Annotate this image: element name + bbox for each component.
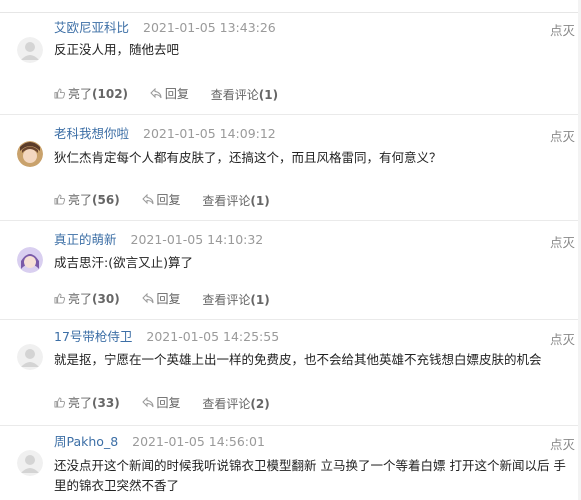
like-label: 亮了 bbox=[68, 193, 93, 207]
view-comments-button[interactable]: 查看评论 (2) bbox=[202, 395, 269, 412]
like-count: (33) bbox=[92, 395, 120, 410]
view-comments-label: 查看评论 bbox=[202, 194, 251, 208]
extinguish-button[interactable]: 点灭 bbox=[550, 329, 575, 348]
view-comments-count: (1) bbox=[258, 87, 279, 102]
default-user-avatar-icon[interactable] bbox=[17, 344, 43, 370]
view-comments-label: 查看评论 bbox=[210, 88, 259, 102]
like-count: (56) bbox=[92, 192, 120, 207]
view-comments-count: (1) bbox=[250, 193, 270, 208]
default-user-avatar-icon[interactable] bbox=[17, 37, 43, 63]
reply-icon bbox=[141, 397, 154, 408]
reply-icon bbox=[141, 293, 154, 304]
comment-item: 周Pakho_8 2021-01-05 14:56:01 点灭 还没点开这个新闻… bbox=[0, 426, 581, 500]
reply-label: 回复 bbox=[156, 193, 181, 207]
reply-button[interactable]: 回复 bbox=[141, 394, 181, 411]
comment-timestamp: 2021-01-05 13:43:26 bbox=[143, 20, 276, 35]
reply-label: 回复 bbox=[164, 87, 189, 101]
comment-text: 成吉思汗:(欲言又止)算了 bbox=[54, 255, 193, 270]
view-comments-count: (2) bbox=[250, 396, 270, 411]
comment-username[interactable]: 艾欧尼亚科比 bbox=[54, 20, 129, 35]
comment-username[interactable]: 老科我想你啦 bbox=[54, 126, 129, 141]
like-button[interactable]: 亮了 (30) bbox=[54, 290, 120, 307]
thumbs-up-icon bbox=[54, 194, 65, 205]
view-comments-label: 查看评论 bbox=[202, 397, 251, 411]
extinguish-button[interactable]: 点灭 bbox=[550, 126, 575, 145]
extinguish-button[interactable]: 点灭 bbox=[550, 232, 575, 251]
comment-item: 17号带枪侍卫 2021-01-05 14:25:55 点灭 就是抠，宁愿在一个… bbox=[0, 320, 581, 426]
comment-timestamp: 2021-01-05 14:10:32 bbox=[130, 232, 264, 247]
extinguish-button[interactable]: 点灭 bbox=[550, 20, 575, 39]
comment-text: 反正没人用，随他去吧 bbox=[54, 42, 180, 57]
like-label: 亮了 bbox=[68, 396, 93, 410]
reply-icon bbox=[150, 88, 162, 99]
like-button[interactable]: 亮了 (56) bbox=[54, 191, 120, 208]
anime-character-avatar-icon[interactable] bbox=[17, 141, 43, 167]
view-comments-label: 查看评论 bbox=[202, 293, 251, 307]
reply-label: 回复 bbox=[156, 396, 181, 410]
extinguish-button[interactable]: 点灭 bbox=[550, 434, 575, 453]
view-comments-button[interactable]: 查看评论 (1) bbox=[211, 86, 278, 103]
comment-username[interactable]: 17号带枪侍卫 bbox=[54, 329, 132, 344]
comment-item: 真正的萌新 2021-01-05 14:10:32 点灭 成吉思汗:(欲言又止)… bbox=[0, 221, 581, 320]
comment-text: 狄仁杰肯定每个人都有皮肤了，还搞这个，而且风格雷同，有何意义？ bbox=[54, 150, 442, 165]
thumbs-up-icon bbox=[54, 293, 65, 304]
comment-text: 就是抠，宁愿在一个英雄上出一样的免费皮，也不会给其他英雄不充钱想白嫖皮肤的机会 bbox=[54, 352, 542, 367]
like-label: 亮了 bbox=[68, 87, 93, 101]
default-user-avatar-icon[interactable] bbox=[17, 450, 43, 476]
reply-button[interactable]: 回复 bbox=[150, 85, 189, 102]
comment-timestamp: 2021-01-05 14:25:55 bbox=[146, 329, 280, 344]
view-comments-count: (1) bbox=[250, 292, 270, 307]
view-comments-button[interactable]: 查看评论 (1) bbox=[202, 291, 269, 308]
thumbs-up-icon bbox=[54, 397, 65, 408]
reply-button[interactable]: 回复 bbox=[141, 191, 181, 208]
comment-timestamp: 2021-01-05 14:09:12 bbox=[143, 126, 276, 141]
like-label: 亮了 bbox=[68, 292, 93, 306]
comment-item: 艾欧尼亚科比 2021-01-05 13:43:26 点灭 反正没人用，随他去吧… bbox=[0, 12, 581, 115]
view-comments-button[interactable]: 查看评论 (1) bbox=[202, 192, 269, 209]
comment-item: 老科我想你啦 2021-01-05 14:09:12 点灭 狄仁杰肯定每个人都有… bbox=[0, 115, 581, 221]
reply-label: 回复 bbox=[156, 292, 181, 306]
like-count: (30) bbox=[92, 291, 120, 306]
like-count: (102) bbox=[92, 86, 129, 101]
reply-button[interactable]: 回复 bbox=[141, 290, 181, 307]
like-button[interactable]: 亮了 (102) bbox=[54, 85, 128, 102]
comment-timestamp: 2021-01-05 14:56:01 bbox=[132, 434, 265, 449]
anime-character-avatar-icon[interactable] bbox=[17, 247, 43, 273]
comment-username[interactable]: 周Pakho_8 bbox=[54, 434, 118, 449]
reply-icon bbox=[141, 194, 154, 205]
like-button[interactable]: 亮了 (33) bbox=[54, 394, 120, 411]
thumbs-up-icon bbox=[54, 88, 65, 99]
comment-text: 还没点开这个新闻的时候我听说锦衣卫模型翻新 立马换了一个等着白嫖 打开这个新闻以… bbox=[54, 458, 566, 493]
comment-username[interactable]: 真正的萌新 bbox=[54, 232, 117, 247]
